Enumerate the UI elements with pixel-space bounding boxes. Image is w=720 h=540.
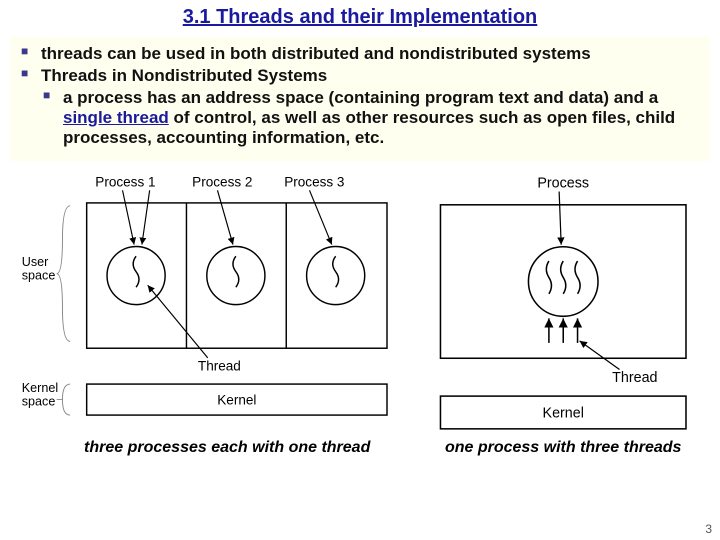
- kernel-label-left: Kernel: [217, 392, 256, 407]
- thread-label-right: Thread: [612, 370, 657, 386]
- bullet-1: threads can be used in both distributed …: [19, 44, 701, 64]
- diagram-one-process: Process Thread Kernel: [420, 169, 706, 435]
- bullet-2-text: Threads in Nondistributed Systems: [41, 66, 327, 85]
- caption-left: three processes each with one thread: [14, 439, 420, 457]
- process-3-circle: [307, 247, 365, 305]
- content-area: threads can be used in both distributed …: [10, 37, 710, 161]
- bullet-2: Threads in Nondistributed Systems a proc…: [19, 66, 701, 148]
- process-label-right: Process: [537, 175, 589, 191]
- svg-text:Kernelspace: Kernelspace: [22, 381, 58, 409]
- process-circle-right: [528, 247, 598, 317]
- page-number: 3: [705, 522, 712, 536]
- diagram-three-processes: Process 1 Process 2 Process 3: [14, 169, 402, 435]
- proc3-label: Process 3: [284, 174, 344, 189]
- kernel-label-right: Kernel: [542, 406, 583, 422]
- thread-label-left: Thread: [198, 359, 241, 374]
- process-2-circle: [207, 247, 265, 305]
- single-thread-phrase: single thread: [63, 108, 169, 127]
- caption-right: one process with three threads: [420, 439, 706, 457]
- svg-text:Userspace: Userspace: [22, 255, 56, 283]
- slide-title: 3.1 Threads and their Implementation: [10, 6, 710, 29]
- bullet-2a-pre: a process has an address space (containi…: [63, 88, 658, 107]
- proc1-label: Process 1: [95, 174, 155, 189]
- proc2-label: Process 2: [192, 174, 252, 189]
- bullet-2a: a process has an address space (containi…: [41, 88, 701, 148]
